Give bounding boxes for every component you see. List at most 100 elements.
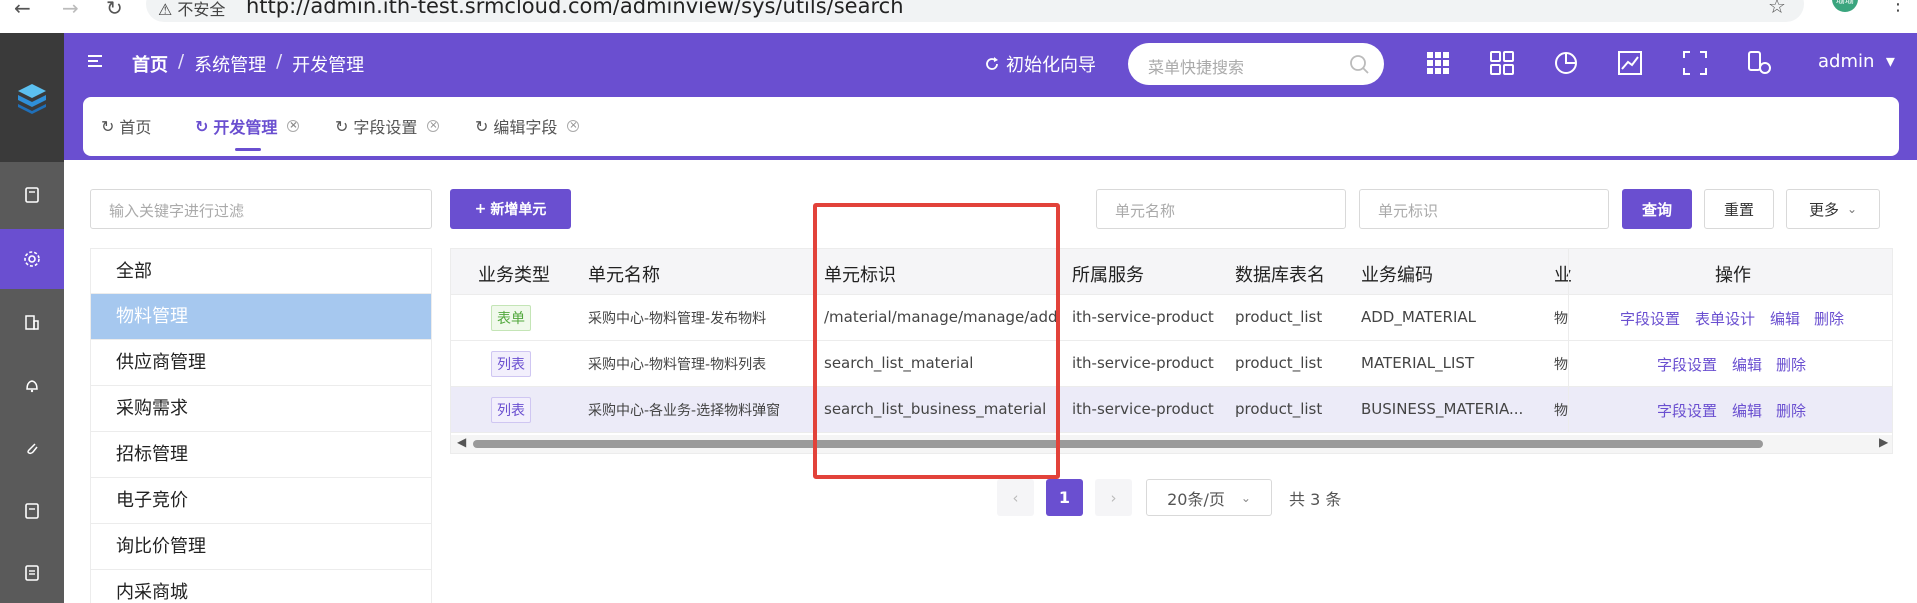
tab-label: 开发管理 bbox=[213, 118, 278, 137]
sidebar-attachment-icon[interactable] bbox=[0, 418, 64, 478]
breadcrumb-separator: / bbox=[178, 51, 185, 72]
category-item[interactable]: 电子竞价 bbox=[90, 478, 432, 524]
next-page-button[interactable]: › bbox=[1095, 479, 1132, 516]
category-item[interactable]: 供应商管理 bbox=[90, 340, 432, 386]
db-table-cell: product_list bbox=[1235, 354, 1323, 372]
service-cell: ith-service-product bbox=[1072, 400, 1214, 418]
extra-cell: 物 bbox=[1554, 311, 1568, 327]
forward-icon[interactable]: → bbox=[62, 0, 79, 20]
query-button[interactable]: 查询 bbox=[1622, 189, 1692, 229]
tab-label: 字段设置 bbox=[353, 118, 418, 137]
sidebar-bell-icon[interactable] bbox=[0, 355, 64, 415]
sidebar-book-icon[interactable] bbox=[0, 165, 64, 225]
grid-apps-icon[interactable] bbox=[1425, 50, 1451, 76]
field-settings-link[interactable]: 字段设置 bbox=[1657, 354, 1717, 375]
category-filter-input[interactable]: 输入关键字进行过滤 bbox=[90, 189, 432, 229]
extra-cell: 物 bbox=[1554, 403, 1568, 419]
tab-dev-management[interactable]: ↻ 开发管理 × bbox=[195, 114, 300, 138]
form-design-link[interactable]: 表单设计 bbox=[1695, 308, 1755, 329]
user-menu[interactable]: admin ▾ bbox=[1818, 51, 1895, 72]
reload-icon[interactable]: ↻ bbox=[106, 0, 123, 20]
prev-page-button[interactable]: ‹ bbox=[997, 479, 1034, 516]
category-list: 全部 物料管理 供应商管理 采购需求 招标管理 电子竞价 询比价管理 内采商城 bbox=[90, 248, 432, 603]
highlight-box bbox=[813, 203, 1060, 479]
unit-id-input[interactable]: 单元标识 bbox=[1359, 189, 1609, 229]
scroll-right-icon[interactable]: ▶ bbox=[1879, 435, 1888, 449]
total-count: 共 3 条 bbox=[1289, 490, 1342, 509]
browser-menu-icon[interactable]: ⋮ bbox=[1889, 0, 1907, 15]
back-icon[interactable]: ← bbox=[14, 0, 31, 20]
col-header: 操作 bbox=[1715, 265, 1751, 286]
reset-button[interactable]: 重置 bbox=[1704, 189, 1774, 229]
category-item[interactable]: 内采商城 bbox=[90, 570, 432, 603]
sidebar-building-icon[interactable] bbox=[0, 292, 64, 352]
close-icon[interactable]: × bbox=[287, 120, 300, 132]
actions-cell: 字段设置 表单设计 编辑 删除 bbox=[1568, 295, 1892, 341]
scroll-left-icon[interactable]: ◀ bbox=[457, 435, 466, 449]
tab-home[interactable]: ↻ 首页 bbox=[101, 114, 151, 138]
refresh-icon: ↻ bbox=[101, 116, 115, 136]
category-item[interactable]: 采购需求 bbox=[90, 386, 432, 432]
sidebar-report-icon[interactable] bbox=[0, 543, 64, 603]
user-name: admin bbox=[1818, 51, 1875, 72]
field-settings-link[interactable]: 字段设置 bbox=[1620, 308, 1680, 329]
browser-bar: ← → ↻ ⚠ 不安全 http://admin.ith-test.srmclo… bbox=[0, 0, 1917, 26]
edit-link[interactable]: 编辑 bbox=[1732, 400, 1762, 421]
delete-link[interactable]: 删除 bbox=[1776, 400, 1806, 421]
dashboard-icon[interactable] bbox=[1489, 50, 1515, 76]
url-text[interactable]: http://admin.ith-test.srmcloud.com/admin… bbox=[246, 0, 904, 18]
menu-search-placeholder: 菜单快捷搜索 bbox=[1148, 58, 1245, 77]
category-item[interactable]: 全部 bbox=[90, 248, 432, 294]
menu-toggle-icon[interactable] bbox=[86, 53, 104, 74]
extra-cell: 物 bbox=[1554, 357, 1568, 373]
type-tag: 列表 bbox=[491, 351, 531, 377]
breadcrumb-home[interactable]: 首页 bbox=[132, 51, 168, 77]
category-item-selected[interactable]: 物料管理 bbox=[90, 294, 432, 340]
line-chart-icon[interactable] bbox=[1617, 50, 1643, 76]
init-guide-label: 初始化向导 bbox=[1006, 55, 1096, 76]
sidebar-settings-icon[interactable] bbox=[0, 229, 64, 289]
delete-link[interactable]: 删除 bbox=[1814, 308, 1844, 329]
page-size-select[interactable]: 20条/页 ⌄ bbox=[1146, 479, 1272, 516]
bookmark-star-icon[interactable]: ☆ bbox=[1768, 0, 1786, 18]
app-logo[interactable] bbox=[0, 33, 64, 162]
switch-org-icon[interactable] bbox=[1746, 50, 1772, 76]
table-row: 列表 采购中心-各业务-选择物料弹窗 search_list_business_… bbox=[451, 387, 1892, 433]
col-header: 数据库表名 bbox=[1235, 265, 1325, 286]
scrollbar-thumb[interactable] bbox=[473, 440, 1763, 448]
breadcrumb-system[interactable]: 系统管理 bbox=[194, 51, 266, 77]
unit-table: 业务类型 单元名称 单元标识 所属服务 数据库表名 业务编码 业 操作 表单 采… bbox=[450, 248, 1893, 454]
edit-link[interactable]: 编辑 bbox=[1770, 308, 1800, 329]
col-header: 所属服务 bbox=[1072, 265, 1144, 286]
init-guide-button[interactable]: 初始化向导 bbox=[984, 51, 1096, 77]
profile-avatar[interactable]: 珊珊 bbox=[1832, 0, 1858, 12]
tab-field-settings[interactable]: ↻ 字段设置 × bbox=[335, 114, 440, 138]
chevron-down-icon: ▾ bbox=[1880, 51, 1895, 72]
close-icon[interactable]: × bbox=[567, 120, 580, 132]
edit-link[interactable]: 编辑 bbox=[1732, 354, 1762, 375]
unit-name-input[interactable]: 单元名称 bbox=[1096, 189, 1346, 229]
active-tab-indicator bbox=[235, 148, 261, 151]
search-icon[interactable] bbox=[1348, 53, 1370, 75]
page-number-current[interactable]: 1 bbox=[1046, 479, 1083, 516]
tab-edit-field[interactable]: ↻ 编辑字段 × bbox=[475, 114, 580, 138]
category-item[interactable]: 招标管理 bbox=[90, 432, 432, 478]
security-indicator[interactable]: ⚠ 不安全 bbox=[158, 0, 225, 20]
add-unit-button[interactable]: + 新增单元 bbox=[450, 189, 571, 229]
table-header: 业务类型 单元名称 单元标识 所属服务 数据库表名 业务编码 业 操作 bbox=[451, 249, 1892, 295]
chevron-down-icon: ⌄ bbox=[1846, 202, 1858, 216]
delete-link[interactable]: 删除 bbox=[1776, 354, 1806, 375]
category-item[interactable]: 询比价管理 bbox=[90, 524, 432, 570]
sidebar-document-icon[interactable] bbox=[0, 481, 64, 541]
fullscreen-icon[interactable] bbox=[1682, 50, 1708, 76]
service-cell: ith-service-product bbox=[1072, 308, 1214, 326]
more-button[interactable]: 更多 ⌄ bbox=[1786, 189, 1880, 229]
page-size-value: 20条/页 bbox=[1167, 489, 1225, 509]
field-settings-link[interactable]: 字段设置 bbox=[1657, 400, 1717, 421]
close-icon[interactable]: × bbox=[427, 120, 440, 132]
db-table-cell: product_list bbox=[1235, 400, 1323, 418]
menu-search-input[interactable]: 菜单快捷搜索 bbox=[1128, 43, 1384, 85]
page-tabs: ↻ 首页 ↻ 开发管理 × ↻ 字段设置 × ↻ 编辑字段 × bbox=[83, 97, 1899, 156]
business-code-cell: MATERIAL_LIST bbox=[1361, 354, 1475, 372]
pie-chart-icon[interactable] bbox=[1553, 50, 1579, 76]
